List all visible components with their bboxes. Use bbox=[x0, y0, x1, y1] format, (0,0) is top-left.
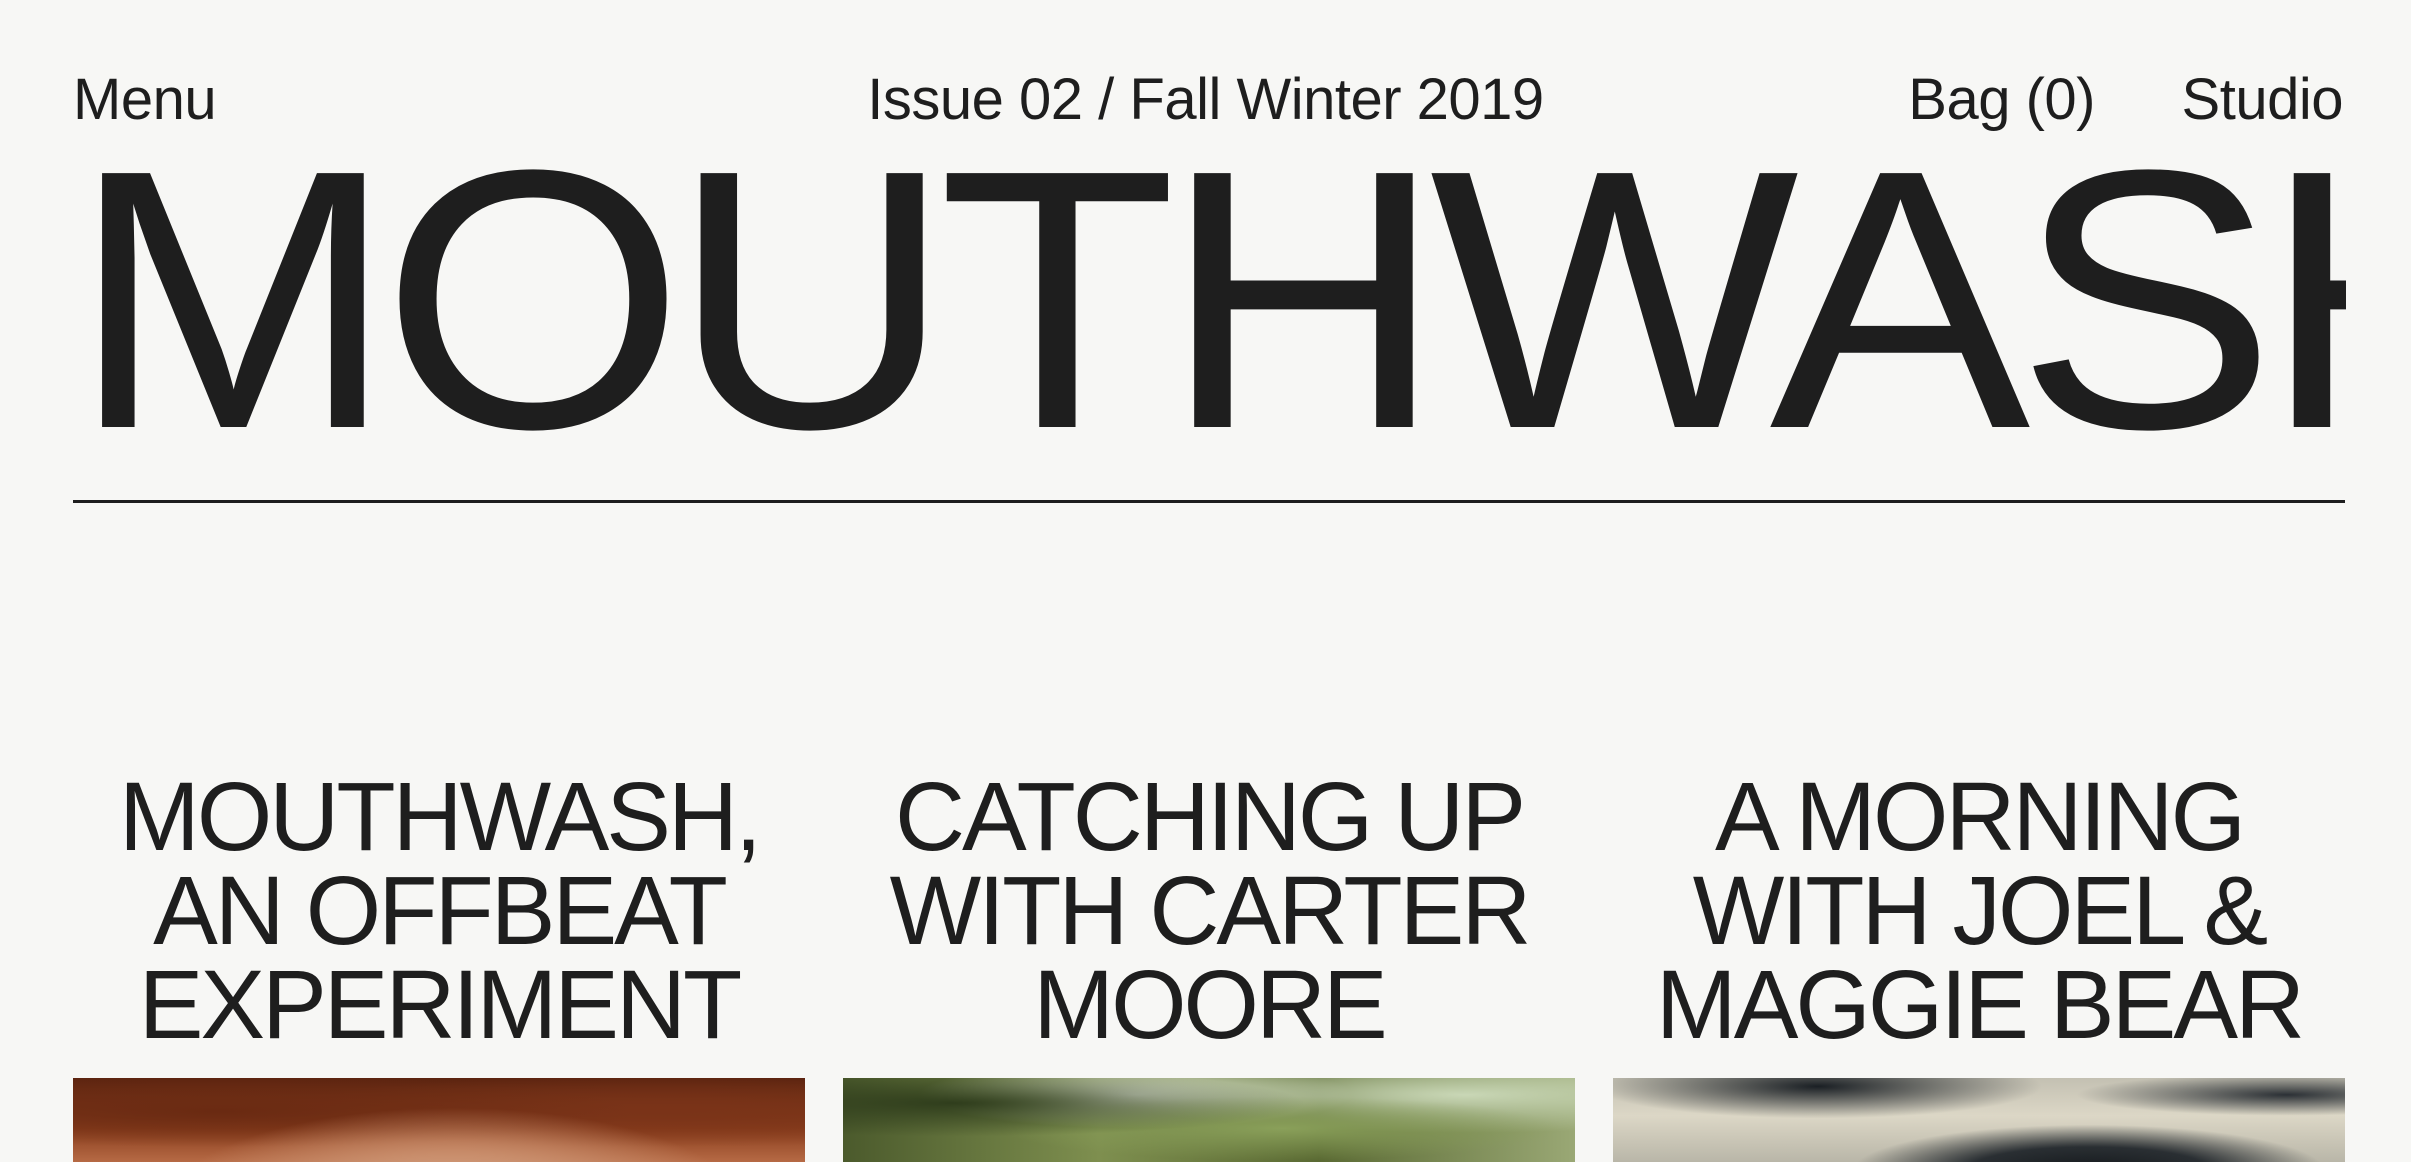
article-image-portrait[interactable] bbox=[73, 1078, 805, 1162]
studio-link[interactable]: Studio bbox=[2182, 60, 2344, 140]
article-title-line: MOUTHWASH, bbox=[119, 762, 762, 871]
header-divider bbox=[73, 500, 2345, 503]
article-title[interactable]: CATCHING UP WITH CARTER MOORE bbox=[823, 768, 1595, 1070]
article-title-line: WITH JOEL & bbox=[1692, 856, 2268, 965]
article-title-line: CATCHING UP bbox=[894, 762, 1526, 871]
article-title-line: AN OFFBEAT bbox=[153, 856, 728, 965]
article-title-line: MAGGIE BEAR bbox=[1655, 950, 2305, 1059]
article-title-line: WITH CARTER bbox=[889, 856, 1532, 965]
article-title[interactable]: A MORNING WITH JOEL & MAGGIE BEAR bbox=[1593, 768, 2365, 1070]
article-card[interactable]: MOUTHWASH, AN OFFBEAT EXPERIMENT bbox=[73, 768, 805, 1162]
article-image-blurred[interactable] bbox=[1613, 1078, 2345, 1162]
article-title-line: MOORE bbox=[1033, 950, 1387, 1059]
site-logo-title[interactable]: MOUTHWASH bbox=[70, 130, 2346, 470]
masthead: MOUTHWASH bbox=[70, 130, 2346, 470]
article-card[interactable]: A MORNING WITH JOEL & MAGGIE BEAR bbox=[1613, 768, 2345, 1162]
article-title[interactable]: MOUTHWASH, AN OFFBEAT EXPERIMENT bbox=[53, 768, 825, 1070]
site-header: Menu Issue 02 / Fall Winter 2019 Bag (0)… bbox=[0, 60, 2411, 140]
article-card[interactable]: CATCHING UP WITH CARTER MOORE bbox=[843, 768, 1575, 1162]
article-image-trees[interactable] bbox=[843, 1078, 1575, 1162]
bag-link[interactable]: Bag (0) bbox=[1908, 60, 2095, 140]
article-title-line: EXPERIMENT bbox=[138, 950, 743, 1059]
article-grid: MOUTHWASH, AN OFFBEAT EXPERIMENT CATCHIN… bbox=[73, 768, 2345, 1162]
article-title-line: A MORNING bbox=[1714, 762, 2246, 871]
